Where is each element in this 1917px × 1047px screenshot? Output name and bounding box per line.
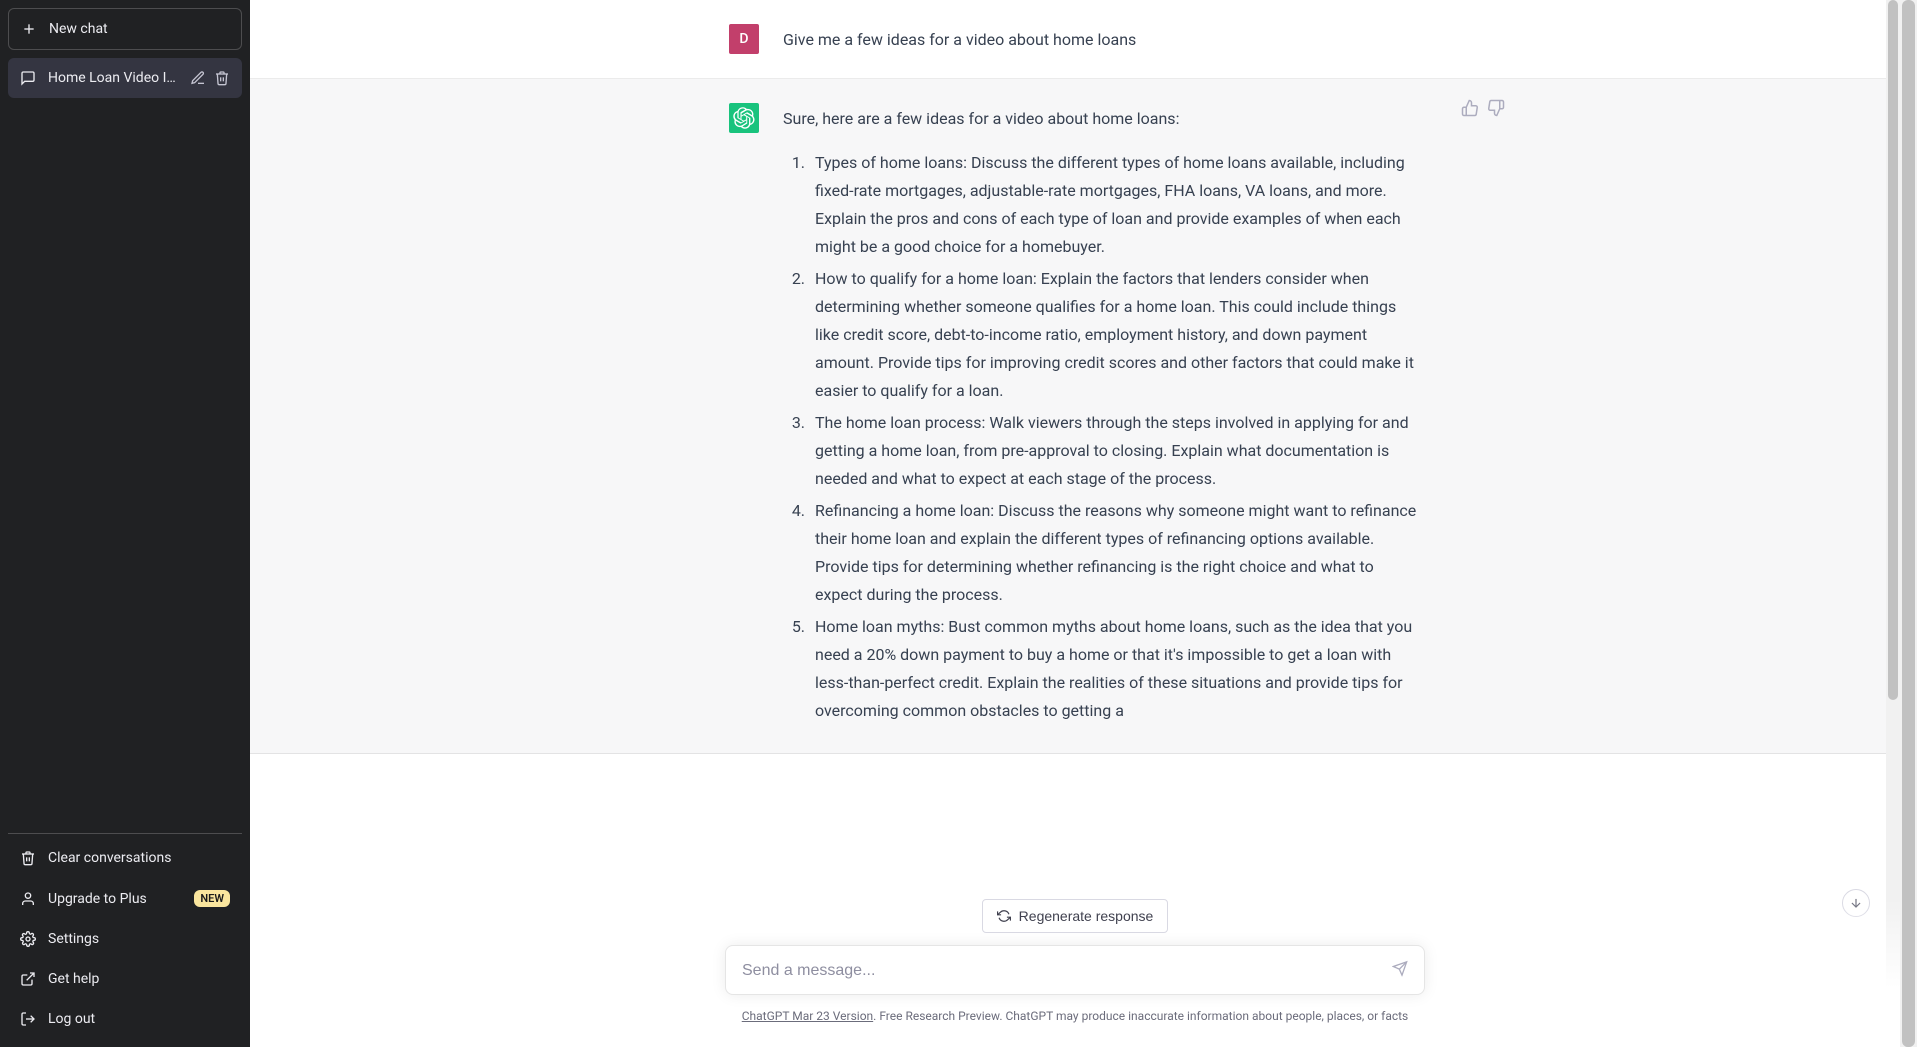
window-scrollbar-thumb[interactable]: [1902, 0, 1915, 1047]
chat-scrollbar[interactable]: [1886, 0, 1900, 1047]
edit-icon[interactable]: [190, 70, 206, 86]
logout-button[interactable]: Log out: [8, 999, 242, 1039]
assistant-avatar: [729, 103, 759, 133]
regenerate-label: Regenerate response: [1019, 908, 1154, 924]
sidebar-footer: Clear conversations Upgrade to Plus NEW …: [8, 833, 242, 1039]
message-input-box: [725, 945, 1425, 995]
list-item: Refinancing a home loan: Discuss the rea…: [809, 497, 1421, 609]
new-chat-button[interactable]: New chat: [8, 8, 242, 50]
conversation-title: Home Loan Video Idea: [48, 70, 178, 86]
settings-label: Settings: [48, 931, 99, 947]
scrollbar-thumb[interactable]: [1888, 0, 1898, 700]
clear-label: Clear conversations: [48, 850, 171, 866]
upgrade-label: Upgrade to Plus: [48, 891, 147, 907]
message-user: D Give me a few ideas for a video about …: [250, 0, 1900, 79]
window-scrollbar[interactable]: [1900, 0, 1917, 1047]
plus-icon: [21, 21, 37, 37]
composer-area: Regenerate response ChatGPT Mar 23 Versi…: [250, 899, 1900, 1047]
assistant-message-content: Sure, here are a few ideas for a video a…: [783, 103, 1421, 729]
settings-button[interactable]: Settings: [8, 919, 242, 959]
message-input[interactable]: [742, 962, 1376, 980]
version-link[interactable]: ChatGPT Mar 23 Version: [742, 1009, 873, 1023]
list-item: The home loan process: Walk viewers thro…: [809, 409, 1421, 493]
clear-conversations-button[interactable]: Clear conversations: [8, 838, 242, 878]
thumbs-down-button[interactable]: [1487, 99, 1505, 120]
assistant-list: Types of home loans: Discuss the differe…: [783, 149, 1421, 725]
feedback-buttons: [1461, 99, 1505, 120]
trash-icon: [20, 850, 36, 866]
chat-scroll-area[interactable]: D Give me a few ideas for a video about …: [250, 0, 1900, 1047]
thumbs-down-icon: [1487, 99, 1505, 117]
send-icon: [1392, 961, 1408, 977]
thumbs-up-icon: [1461, 99, 1479, 117]
openai-icon: [733, 107, 755, 129]
new-badge: NEW: [194, 890, 230, 907]
assistant-intro: Sure, here are a few ideas for a video a…: [783, 105, 1421, 133]
thumbs-up-button[interactable]: [1461, 99, 1479, 120]
main-content: D Give me a few ideas for a video about …: [250, 0, 1900, 1047]
sidebar: New chat Home Loan Video Idea Clear conv…: [0, 0, 250, 1047]
help-label: Get help: [48, 971, 99, 987]
conversation-item[interactable]: Home Loan Video Idea: [8, 58, 242, 98]
list-item: Home loan myths: Bust common myths about…: [809, 613, 1421, 725]
chat-bubble-icon: [20, 70, 36, 86]
user-avatar: D: [729, 24, 759, 54]
list-item: How to qualify for a home loan: Explain …: [809, 265, 1421, 405]
conversation-actions: [190, 70, 230, 86]
logout-icon: [20, 1011, 36, 1027]
logout-label: Log out: [48, 1011, 95, 1027]
message-assistant: Sure, here are a few ideas for a video a…: [250, 79, 1900, 754]
regenerate-button[interactable]: Regenerate response: [982, 899, 1169, 933]
help-button[interactable]: Get help: [8, 959, 242, 999]
gear-icon: [20, 931, 36, 947]
conversation-list: Home Loan Video Idea: [8, 58, 242, 833]
list-item: Types of home loans: Discuss the differe…: [809, 149, 1421, 261]
disclaimer-rest: . Free Research Preview. ChatGPT may pro…: [873, 1009, 1408, 1023]
refresh-icon: [997, 909, 1011, 923]
external-link-icon: [20, 971, 36, 987]
send-button[interactable]: [1388, 957, 1412, 984]
new-chat-label: New chat: [49, 21, 108, 37]
disclaimer-text: ChatGPT Mar 23 Version. Free Research Pr…: [742, 1009, 1409, 1023]
user-icon: [20, 891, 36, 907]
upgrade-button[interactable]: Upgrade to Plus NEW: [8, 878, 242, 919]
trash-icon[interactable]: [214, 70, 230, 86]
user-message-text: Give me a few ideas for a video about ho…: [783, 24, 1421, 54]
